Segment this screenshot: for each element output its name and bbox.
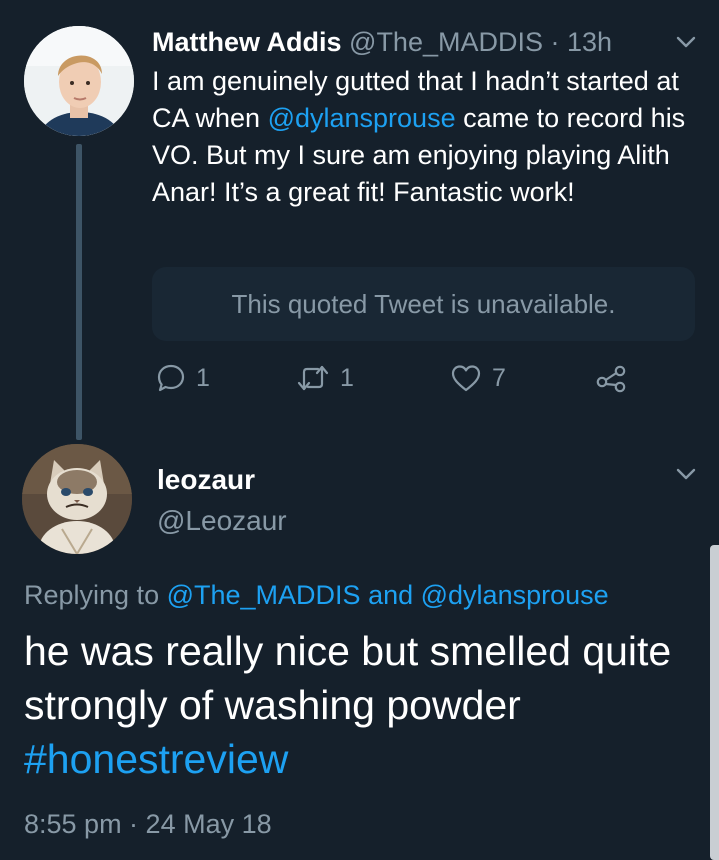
- scrollbar-thumb[interactable]: [710, 545, 719, 860]
- avatar-leozaur[interactable]: [22, 444, 132, 554]
- replying-user-link[interactable]: @The_MADDIS: [167, 580, 361, 610]
- retweet-button[interactable]: 1: [296, 363, 354, 393]
- share-button[interactable]: [594, 363, 628, 393]
- replying-user-link[interactable]: @dylansprouse: [421, 580, 609, 610]
- avatar-matthew-addis[interactable]: [24, 26, 134, 136]
- header-separator: ·: [543, 27, 567, 57]
- author-name[interactable]: leozaur: [157, 462, 255, 498]
- avatar-portrait-image: [24, 26, 134, 136]
- quote-unavailable-text: This quoted Tweet is unavailable.: [231, 288, 616, 319]
- replying-prefix: Replying to: [24, 580, 167, 610]
- author-handle[interactable]: @Leozaur: [157, 503, 287, 539]
- avatar-grumpy-cat-image: [22, 444, 132, 554]
- tweet-text-main: he was really nice but smelled quite str…: [24, 628, 672, 728]
- reply-count: 1: [196, 363, 210, 392]
- tweet-header: Matthew Addis @The_MADDIS · 13h: [152, 24, 612, 60]
- author-handle[interactable]: @The_MADDIS: [349, 27, 543, 57]
- like-count: 7: [492, 363, 506, 392]
- replying-and: and: [360, 580, 421, 610]
- reply-button[interactable]: 1: [156, 363, 210, 393]
- retweet-arrows-icon: [297, 365, 329, 391]
- replying-to-line: Replying to @The_MADDIS and @dylansprous…: [24, 577, 609, 613]
- like-button[interactable]: 7: [450, 363, 506, 393]
- thread-connector-line: [76, 144, 82, 440]
- chevron-down-icon[interactable]: [674, 462, 698, 486]
- tweet-text: I am genuinely gutted that I hadn’t star…: [152, 63, 692, 211]
- quoted-tweet-unavailable: This quoted Tweet is unavailable.: [152, 267, 695, 341]
- chevron-down-icon[interactable]: [674, 30, 698, 54]
- tweet-timestamp: 8:55 pm · 24 May 18: [24, 809, 272, 839]
- hashtag-link[interactable]: #honestreview: [24, 736, 288, 782]
- mention-link[interactable]: @dylansprouse: [268, 103, 456, 133]
- tweet-time[interactable]: 13h: [567, 27, 612, 57]
- author-name[interactable]: Matthew Addis: [152, 27, 342, 57]
- share-nodes-icon: [596, 365, 626, 393]
- speech-bubble-icon: [157, 364, 185, 392]
- retweet-count: 1: [340, 363, 354, 392]
- heart-icon: [451, 365, 481, 392]
- tweet-text: he was really nice but smelled quite str…: [24, 624, 704, 786]
